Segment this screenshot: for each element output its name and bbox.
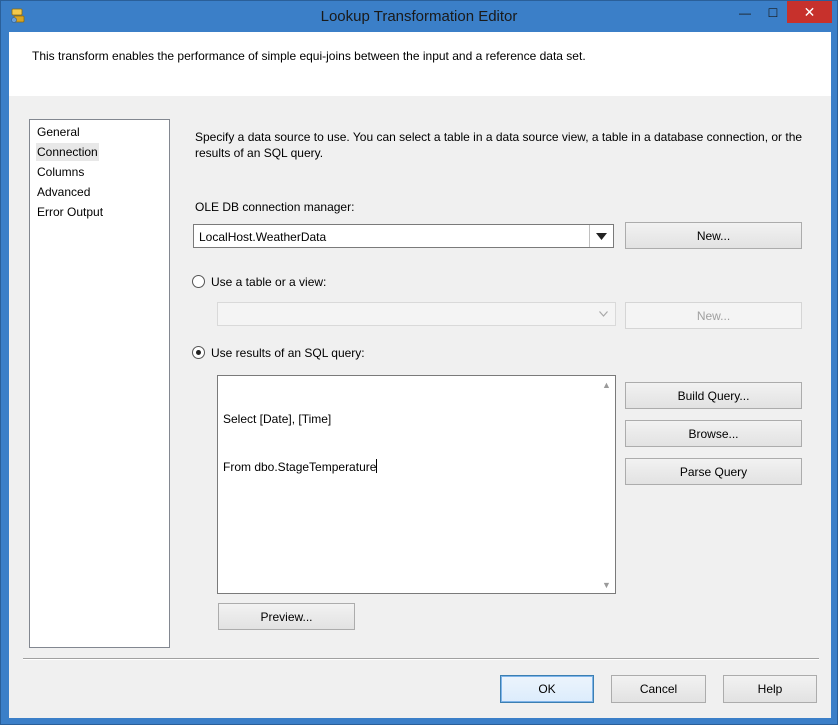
nav-item-general[interactable]: General — [36, 123, 81, 141]
ok-button-label: OK — [538, 682, 556, 696]
sql-query-line-2: From dbo.StageTemperature — [223, 460, 377, 474]
use-sql-query-label[interactable]: Use results of an SQL query: — [211, 346, 365, 360]
scroll-up-arrow-icon[interactable]: ▲ — [598, 376, 615, 393]
table-or-view-dropdown[interactable] — [217, 302, 616, 326]
nav-item-advanced[interactable]: Advanced — [36, 183, 91, 201]
sql-query-editor[interactable]: Select [Date], [Time] From dbo.StageTemp… — [217, 375, 616, 594]
radio-selected-dot — [196, 350, 201, 355]
use-sql-query-radio[interactable] — [192, 346, 205, 359]
build-query-button-label: Build Query... — [677, 388, 750, 403]
ole-db-connection-value: LocalHost.WeatherData — [199, 230, 327, 244]
sql-query-line-1: Select [Date], [Time] — [223, 412, 332, 426]
connection-instructions: Specify a data source to use. You can se… — [195, 130, 803, 160]
cancel-button-label: Cancel — [639, 682, 678, 696]
parse-query-button[interactable]: Parse Query — [625, 458, 802, 485]
dialog-client-area: This transform enables the performance o… — [9, 32, 831, 718]
maximize-button[interactable]: ☐ — [760, 3, 786, 23]
help-button-label: Help — [757, 682, 783, 696]
description-band: This transform enables the performance o… — [9, 32, 831, 96]
lookup-transformation-editor-window: Lookup Transformation Editor — ☐ ✕ This … — [0, 0, 838, 725]
preview-button[interactable]: Preview... — [218, 603, 355, 630]
title-bar[interactable]: Lookup Transformation Editor — ☐ ✕ — [1, 1, 837, 31]
new-connection-button-label: New... — [696, 228, 731, 243]
new-table-button[interactable]: New... — [625, 302, 802, 329]
footer-separator — [23, 658, 819, 659]
transform-description: This transform enables the performance o… — [32, 49, 586, 63]
preview-button-label: Preview... — [260, 609, 313, 624]
dropdown-arrow-icon[interactable] — [589, 225, 613, 247]
cancel-button[interactable]: Cancel — [611, 675, 706, 703]
window-title: Lookup Transformation Editor — [320, 8, 518, 25]
close-button[interactable]: ✕ — [787, 1, 832, 23]
dropdown-arrow-icon[interactable] — [591, 303, 615, 325]
ole-db-connection-dropdown[interactable]: LocalHost.WeatherData — [193, 224, 614, 248]
use-table-label[interactable]: Use a table or a view: — [211, 275, 326, 289]
sql-query-text[interactable]: Select [Date], [Time] From dbo.StageTemp… — [223, 379, 378, 507]
parse-query-button-label: Parse Query — [679, 464, 748, 479]
sql-query-scrollbar[interactable]: ▲ ▼ — [598, 376, 615, 593]
browse-button-label: Browse... — [688, 426, 739, 441]
nav-item-error-output[interactable]: Error Output — [36, 203, 104, 221]
new-table-button-label: New... — [696, 308, 731, 323]
ok-button[interactable]: OK — [500, 675, 594, 703]
page-navigation-list: General Connection Columns Advanced Erro… — [29, 119, 170, 648]
build-query-button[interactable]: Build Query... — [625, 382, 802, 409]
ole-db-connection-label: OLE DB connection manager: — [195, 200, 355, 214]
browse-button[interactable]: Browse... — [625, 420, 802, 447]
new-connection-button[interactable]: New... — [625, 222, 802, 249]
nav-item-connection[interactable]: Connection — [36, 143, 99, 161]
use-table-radio[interactable] — [192, 275, 205, 288]
text-caret — [376, 459, 378, 473]
minimize-button[interactable]: — — [732, 3, 758, 23]
scroll-down-arrow-icon[interactable]: ▼ — [598, 576, 615, 593]
nav-item-columns[interactable]: Columns — [36, 163, 85, 181]
help-button[interactable]: Help — [723, 675, 817, 703]
